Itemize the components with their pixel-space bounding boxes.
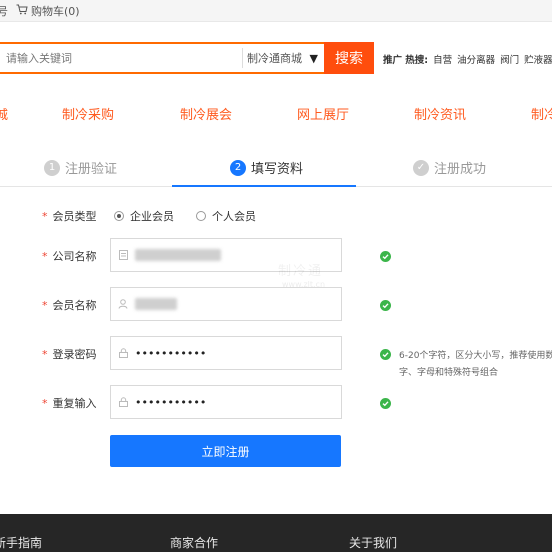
confirm-password-value: ••••••••••• xyxy=(135,395,207,409)
footer: 新手指南 商家合作 关于我们 xyxy=(0,514,552,552)
check-icon: ✓ xyxy=(413,159,429,176)
search-scope-label: 制冷通商城 xyxy=(247,52,302,65)
nav-item-online-hall[interactable]: 网上展厅 xyxy=(297,104,349,123)
watermark: 制冷通 xyxy=(278,264,324,279)
member-type-radios: 企业会员 个人会员 xyxy=(114,208,256,224)
step-label: 填写资料 xyxy=(251,162,304,177)
nav-item-mall[interactable]: 城 xyxy=(0,104,8,123)
step-fill-info: 2 填写资料 xyxy=(230,158,303,177)
caret-down-icon: ▼ xyxy=(309,51,318,65)
active-step-underline xyxy=(172,185,356,187)
user-icon xyxy=(111,299,135,309)
redacted-value xyxy=(135,298,177,310)
password-label: * 登录密码 xyxy=(42,348,97,361)
hot-term[interactable]: 贮液器 xyxy=(524,52,552,66)
password-hint: 6-20个字符，区分大小写，推荐使用数字、字母和特殊符号组合 xyxy=(399,351,552,378)
step-verify: 1 注册验证 xyxy=(44,158,117,177)
top-bar: 号 购物车(0) xyxy=(0,0,552,22)
radio-enterprise[interactable] xyxy=(114,211,124,221)
success-check-icon xyxy=(380,300,391,311)
nav-item-exhibition[interactable]: 制冷展会 xyxy=(180,104,232,123)
nav-item-more[interactable]: 制冷 xyxy=(531,104,552,123)
confirm-password-label: * 重复输入 xyxy=(42,397,97,410)
cart-icon xyxy=(16,4,28,18)
hot-term[interactable]: 阀门 xyxy=(500,52,519,66)
member-name-field[interactable] xyxy=(110,287,342,321)
company-name-label: * 公司名称 xyxy=(42,250,97,263)
hot-search: 推广 热搜: 自营 油分离器 阀门 贮液器 xyxy=(383,52,552,66)
password-field[interactable]: ••••••••••• xyxy=(110,336,342,370)
footer-link-about[interactable]: 关于我们 xyxy=(349,534,397,551)
step-success: ✓ 注册成功 xyxy=(413,158,486,177)
radio-personal[interactable] xyxy=(196,211,206,221)
hot-term[interactable]: 油分离器 xyxy=(457,52,495,66)
lock-icon xyxy=(111,348,135,358)
member-type-label: * 会员类型 xyxy=(42,210,97,223)
member-name-label: * 会员名称 xyxy=(42,299,97,312)
nav-item-news[interactable]: 制冷资讯 xyxy=(414,104,466,123)
footer-link-guide[interactable]: 新手指南 xyxy=(0,534,42,551)
hot-term[interactable]: 自营 xyxy=(433,52,452,66)
search-box: 制冷通商城 ▼ xyxy=(0,42,324,74)
search-scope-select[interactable]: 制冷通商城 ▼ xyxy=(242,48,322,68)
success-check-icon xyxy=(380,349,391,360)
document-icon xyxy=(111,250,135,260)
step-label: 注册成功 xyxy=(434,162,487,177)
cart-link[interactable]: 购物车(0) xyxy=(16,3,80,19)
radio-enterprise-label[interactable]: 企业会员 xyxy=(130,208,174,224)
password-value: ••••••••••• xyxy=(135,346,207,360)
confirm-password-field[interactable]: ••••••••••• xyxy=(110,385,342,419)
radio-personal-label[interactable]: 个人会员 xyxy=(212,208,256,224)
registration-steps: 1 注册验证 2 填写资料 ✓ 注册成功 xyxy=(0,150,552,187)
footer-link-business[interactable]: 商家合作 xyxy=(170,534,218,551)
cart-label: 购物车(0) xyxy=(31,5,80,18)
search-button[interactable]: 搜索 xyxy=(324,42,374,74)
step-number: 2 xyxy=(230,159,246,176)
top-bar-fragment[interactable]: 号 xyxy=(0,3,8,19)
search-input[interactable] xyxy=(0,44,240,72)
step-number: 1 xyxy=(44,159,60,176)
nav-item-purchase[interactable]: 制冷采购 xyxy=(62,104,114,123)
register-button[interactable]: 立即注册 xyxy=(110,435,341,467)
lock-icon xyxy=(111,397,135,407)
redacted-value xyxy=(135,249,221,261)
success-check-icon xyxy=(380,398,391,409)
step-label: 注册验证 xyxy=(65,162,118,177)
success-check-icon xyxy=(380,251,391,262)
watermark-url: www.zlt.cn xyxy=(282,280,326,289)
hot-search-label: 推广 热搜: xyxy=(383,55,429,66)
